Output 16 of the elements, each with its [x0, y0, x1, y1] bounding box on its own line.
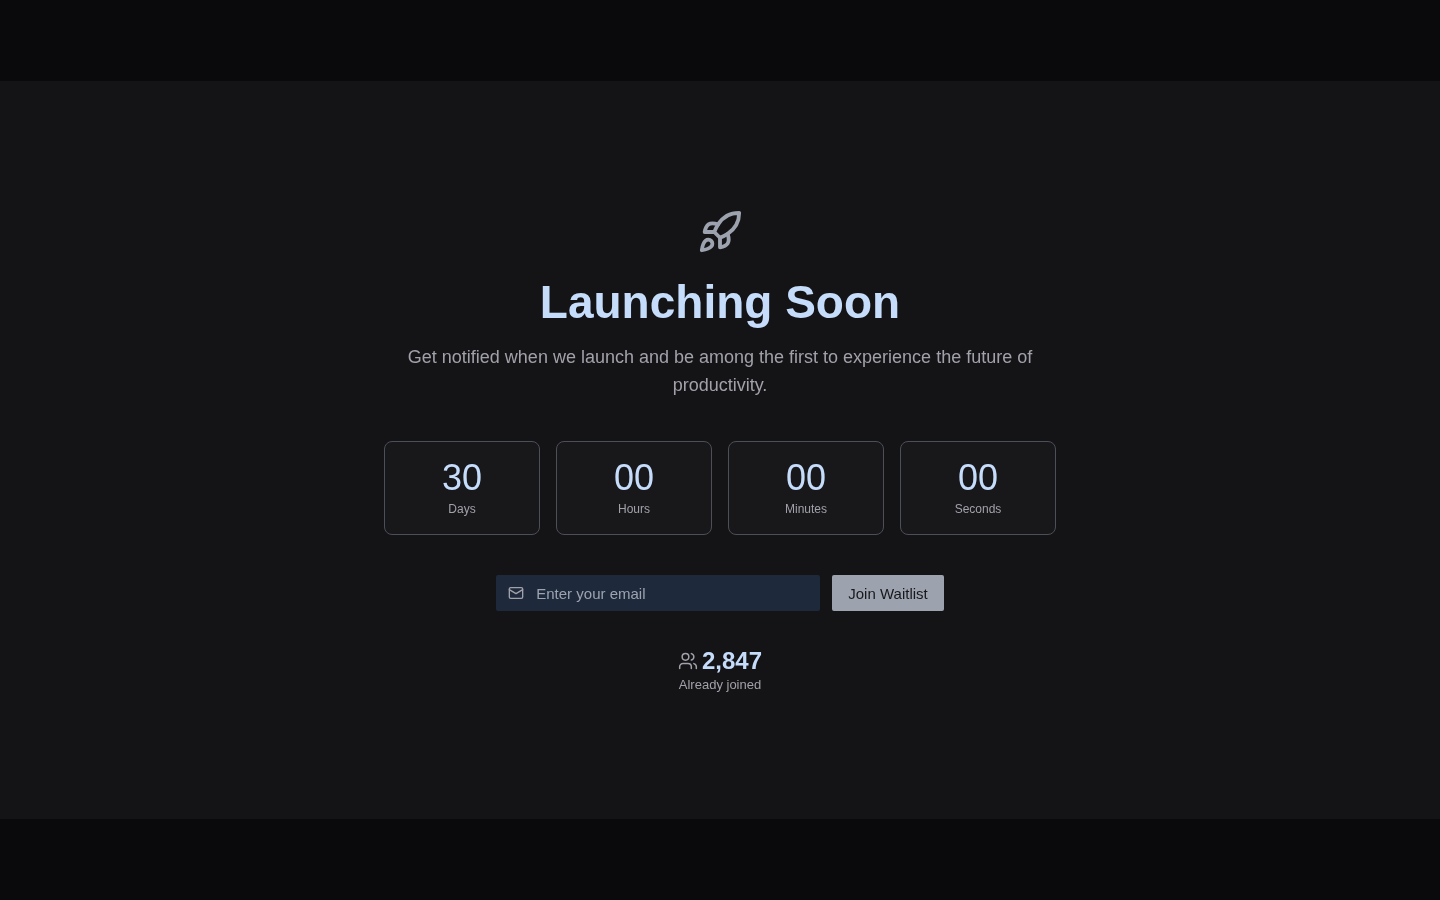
countdown-label: Days — [448, 502, 476, 516]
subtitle: Get notified when we launch and be among the first to experience the future of productivity. — [406, 346, 1034, 397]
join-waitlist-button[interactable]: Join Waitlist — [832, 575, 944, 611]
countdown-label: Seconds — [954, 502, 1002, 516]
joined-label: Already joined — [678, 677, 762, 692]
users-icon — [677, 651, 698, 671]
countdown-value: 00 — [785, 456, 826, 500]
page-title: Launching Soon — [539, 275, 901, 330]
countdown-label: Hours — [618, 502, 650, 516]
countdown-label: Minutes — [785, 502, 827, 516]
countdown-value: 00 — [613, 456, 654, 500]
rocket-icon — [697, 209, 743, 255]
email-field[interactable]: Enter your email — [496, 575, 821, 611]
countdown-value: 30 — [441, 456, 482, 500]
joined-count: 2,847 — [701, 647, 763, 675]
countdown-value: 00 — [957, 456, 998, 500]
